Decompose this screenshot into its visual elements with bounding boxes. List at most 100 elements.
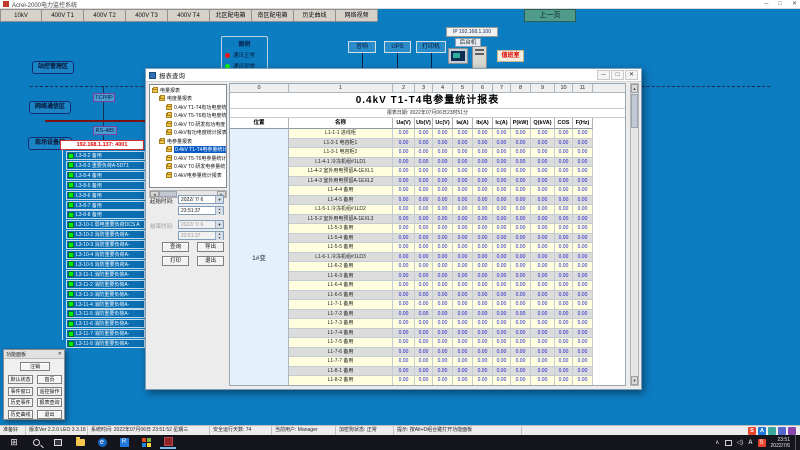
start-date-combobox[interactable]: 2022/ 7/ 6 ▼ [178, 195, 224, 204]
tab-1[interactable]: 10kV [0, 9, 42, 22]
tree-leaf-1-1[interactable]: 0.4kV T1-T4有功电度统 [150, 103, 226, 112]
file-explorer-icon[interactable] [72, 436, 88, 449]
tree-leaf-2-1[interactable]: 0.4kV T1-T4电参量统计 [150, 146, 226, 155]
logout-button[interactable]: 注销 [20, 362, 50, 371]
ime-tool-icon-1[interactable] [768, 427, 776, 435]
scada-app-icon[interactable] [160, 436, 176, 449]
feeder-row-15[interactable]: L3-11-3 消防重要负荷A- [66, 290, 145, 299]
tray-chevron-icon[interactable]: ∧ [715, 439, 719, 446]
dialog-maximize-button[interactable]: □ [611, 70, 624, 80]
panel-close-icon[interactable]: ✕ [58, 351, 62, 357]
previous-page-button[interactable]: 上一页 [524, 9, 576, 22]
search-icon[interactable] [28, 436, 44, 449]
taskbar-clock[interactable]: 23:51 2022/7/6 [771, 437, 790, 449]
sogou-input-icon[interactable]: S [748, 427, 756, 435]
feeder-row-13[interactable]: L3-11-1 消防重要负荷A- [66, 270, 145, 279]
tray-ime-icon[interactable]: A [748, 440, 752, 446]
feeder-row-14[interactable]: L3-11-2 消防重要负荷A- [66, 280, 145, 289]
feeder-row-11[interactable]: L3-10-4 消防重要负荷A- [66, 250, 145, 259]
end-date-combobox[interactable]: 2022/ 7/ 6 ▼ [178, 220, 224, 229]
scroll-down-icon[interactable]: ▼ [631, 376, 638, 385]
end-time-spinner[interactable]: 23:51:37 ▲▼ [178, 231, 224, 240]
feeder-row-20[interactable]: L3-11-8 消防重要负荷A- [66, 339, 145, 348]
exit-button[interactable]: 退出 [197, 256, 224, 266]
tab-3[interactable]: 400V T2 [84, 9, 126, 22]
spin-down-icon[interactable]: ▼ [216, 236, 223, 240]
tree-root[interactable]: 电量报表 [150, 86, 226, 95]
tray-speaker-icon[interactable]: ◁) [737, 439, 744, 446]
tree-folder-2[interactable]: 电参量报表 [150, 137, 226, 146]
tree-leaf-2-4[interactable]: 0.4kV电参量统计报表 [150, 171, 226, 180]
feeder-row-18[interactable]: L3-11-6 消防重要负荷A- [66, 319, 145, 328]
feeder-row-1[interactable]: L3-8-2 备用 [66, 151, 145, 160]
feeder-row-7[interactable]: L3-8-8 备用 [66, 210, 145, 219]
report-query-button[interactable]: 报表查询 [37, 398, 62, 407]
dropdown-arrow-icon[interactable]: ▼ [215, 196, 223, 203]
window-close-button[interactable]: ✕ [792, 0, 797, 9]
feeder-row-12[interactable]: L3-10-5 消防重要负荷A- [66, 260, 145, 269]
task-view-icon[interactable] [50, 436, 66, 449]
tab-2[interactable]: 400V T1 [42, 9, 84, 22]
feeder-row-2[interactable]: L3-8-3 重要负荷A-5DT1 [66, 161, 145, 170]
row-value-cell: 0.00 [415, 300, 433, 310]
tray-sogou-icon[interactable]: S [758, 439, 766, 447]
quit-button[interactable]: 退出 [37, 410, 62, 419]
app-r-icon[interactable]: R [116, 436, 132, 449]
windows-app-icon[interactable] [138, 436, 154, 449]
function-panel-titlebar[interactable]: 功能面板 ✕ [4, 350, 64, 359]
query-button[interactable]: 查询 [162, 242, 189, 252]
tab-7[interactable]: 南区配电箱 [252, 9, 294, 22]
dialog-minimize-button[interactable]: ─ [597, 70, 610, 80]
window-maximize-button[interactable]: □ [778, 0, 782, 9]
start-time-spinner[interactable]: 23:51:37 ▲▼ [178, 206, 224, 215]
scrollbar-thumb[interactable] [631, 94, 638, 128]
row-value-cell: 0.00 [433, 300, 453, 310]
feeder-row-6[interactable]: L3-8-7 备用 [66, 201, 145, 210]
dialog-titlebar[interactable]: 报表查询 ─ □ ✕ [146, 69, 641, 82]
feeder-row-5[interactable]: L3-8-6 备用 [66, 191, 145, 200]
history-curve-button[interactable]: 历史曲线 [8, 410, 33, 419]
feeder-row-17[interactable]: L3-11-5 消防重要负荷A- [66, 309, 145, 318]
tab-6[interactable]: 北区配电箱 [210, 9, 252, 22]
dropdown-arrow-icon[interactable]: ▼ [215, 221, 223, 228]
scroll-up-icon[interactable]: ▲ [631, 84, 638, 93]
event-window-button[interactable]: 事件窗口 [8, 387, 33, 396]
feeder-row-8[interactable]: L3-10-1 弱电重要负荷DCS A [66, 220, 145, 229]
feeder-row-4[interactable]: L3-8-5 备用 [66, 181, 145, 190]
window-minimize-button[interactable]: ─ [764, 0, 768, 9]
history-event-button[interactable]: 历史事件 [8, 398, 33, 407]
print-button[interactable]: 打印 [162, 256, 189, 266]
ime-tool-icon-3[interactable] [788, 427, 796, 435]
start-icon[interactable]: ⊞ [6, 436, 22, 449]
tree-leaf-2-2[interactable]: 0.4kV T5-T6电参量统计 [150, 154, 226, 163]
row-value-cell: 0.00 [453, 357, 473, 367]
tree-leaf-1-2[interactable]: 0.4kV T5-T6有功电度统 [150, 112, 226, 121]
tree-folder-1[interactable]: 电度量报表 [150, 95, 226, 104]
home-button[interactable]: 首页 [37, 375, 62, 384]
tree-leaf-1-4[interactable]: 0.4kV有功电度统计报表 [150, 129, 226, 138]
show-desktop-button[interactable] [795, 435, 798, 450]
table-vertical-scrollbar[interactable]: ▲ ▼ [630, 83, 639, 386]
tab-9[interactable]: 网络视频 [336, 9, 378, 22]
feeder-row-16[interactable]: L3-11-4 消防重要负荷A- [66, 300, 145, 309]
remote-control-button[interactable]: 遥控操作 [37, 387, 62, 396]
spin-down-icon[interactable]: ▼ [216, 211, 223, 215]
tree-leaf-1-3[interactable]: 0.4kV T0 研发有功电度 [150, 120, 226, 129]
tree-item-label: 0.4kV T1-T4有功电度统 [174, 104, 226, 111]
feeder-row-9[interactable]: L3-10-2 消防重要负荷A- [66, 230, 145, 239]
export-button[interactable]: 导出 [197, 242, 224, 252]
row-value-cell: 0.00 [415, 243, 433, 253]
tab-5[interactable]: 400V T4 [168, 9, 210, 22]
tray-message-icon[interactable] [725, 440, 732, 446]
feeder-row-3[interactable]: L3-8-4 备用 [66, 171, 145, 180]
ime-mode-icon[interactable]: A [758, 427, 766, 435]
tree-leaf-2-3[interactable]: 0.4kV T0 研发电参量统 [150, 163, 226, 172]
dialog-close-button[interactable]: ✕ [625, 70, 638, 80]
edge-icon[interactable]: e [94, 436, 110, 449]
ime-tool-icon-2[interactable] [778, 427, 786, 435]
feeder-row-19[interactable]: L3-11-7 消防重要负荷A- [66, 329, 145, 338]
default-state-button[interactable]: 默认状态 [8, 375, 33, 384]
tab-8[interactable]: 历史曲线 [294, 9, 336, 22]
tab-4[interactable]: 400V T3 [126, 9, 168, 22]
feeder-row-10[interactable]: L3-10-3 消防重要负荷A- [66, 240, 145, 249]
